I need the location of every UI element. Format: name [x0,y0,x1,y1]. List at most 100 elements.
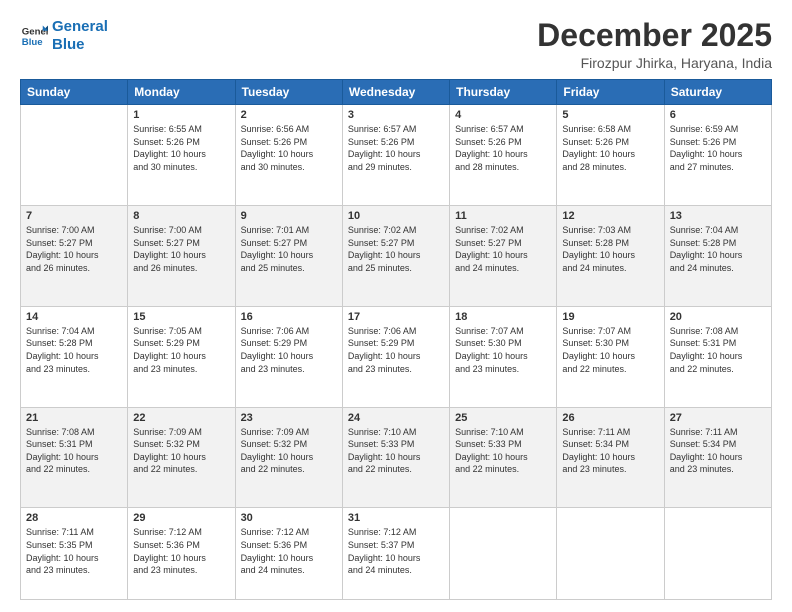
table-row: 6 Sunrise: 6:59 AM Sunset: 5:26 PM Daylig… [664,105,771,206]
table-row: 11Sunrise: 7:02 AM Sunset: 5:27 PM Dayli… [450,205,557,306]
day-info: Sunrise: 7:00 AM Sunset: 5:27 PM Dayligh… [133,224,229,274]
day-number: 19 [562,311,658,323]
calendar-week-row: 28 Sunrise: 7:11 AM Sunset: 5:35 PM Dayli… [21,508,772,600]
day-info: Sunrise: 7:02 AM Sunset: 5:27 PM Dayligh… [348,224,444,274]
day-number: 23 [241,412,337,424]
day-number: 31 [348,512,444,524]
table-row: 27 Sunrise: 7:11 AM Sunset: 5:34 PM Dayli… [664,407,771,508]
day-number: 28 [26,512,122,524]
day-number: 8 [133,210,229,222]
header: General Blue General Blue December 2025 … [20,18,772,71]
table-row: 19 Sunrise: 7:07 AM Sunset: 5:30 PM Dayli… [557,306,664,407]
day-number: 29 [133,512,229,524]
page: General Blue General Blue December 2025 … [0,0,792,612]
day-number: 18 [455,311,551,323]
table-row: 17 Sunrise: 7:06 AM Sunset: 5:29 PM Dayli… [342,306,449,407]
table-row: 3Sunrise: 6:57 AM Sunset: 5:26 PM Daylig… [342,105,449,206]
day-number: 10 [348,210,444,222]
col-wednesday: Wednesday [342,80,449,105]
day-info: Sunrise: 7:07 AM Sunset: 5:30 PM Dayligh… [455,325,551,375]
table-row: 9Sunrise: 7:01 AM Sunset: 5:27 PM Daylig… [235,205,342,306]
table-row: 12 Sunrise: 7:03 AM Sunset: 5:28 PM Dayli… [557,205,664,306]
day-info: Sunrise: 7:12 AM Sunset: 5:36 PM Dayligh… [241,526,337,576]
table-row: 31 Sunrise: 7:12 AM Sunset: 5:37 PM Dayli… [342,508,449,600]
day-number: 26 [562,412,658,424]
day-info: Sunrise: 7:06 AM Sunset: 5:29 PM Dayligh… [241,325,337,375]
table-row: 7 Sunrise: 7:00 AM Sunset: 5:27 PM Daylig… [21,205,128,306]
day-info: Sunrise: 7:03 AM Sunset: 5:28 PM Dayligh… [562,224,658,274]
svg-text:Blue: Blue [22,37,43,48]
day-number: 14 [26,311,122,323]
table-row: 4Sunrise: 6:57 AM Sunset: 5:26 PM Daylig… [450,105,557,206]
day-number: 27 [670,412,766,424]
day-info: Sunrise: 7:04 AM Sunset: 5:28 PM Dayligh… [26,325,122,375]
logo-text: General Blue [52,18,108,54]
table-row: 21 Sunrise: 7:08 AM Sunset: 5:31 PM Dayli… [21,407,128,508]
table-row: 13Sunrise: 7:04 AM Sunset: 5:28 PM Dayli… [664,205,771,306]
calendar-week-row: 14 Sunrise: 7:04 AM Sunset: 5:28 PM Dayli… [21,306,772,407]
table-row: 18 Sunrise: 7:07 AM Sunset: 5:30 PM Dayli… [450,306,557,407]
col-friday: Friday [557,80,664,105]
day-info: Sunrise: 6:55 AM Sunset: 5:26 PM Dayligh… [133,123,229,173]
day-info: Sunrise: 6:58 AM Sunset: 5:26 PM Dayligh… [562,123,658,173]
table-row: 29 Sunrise: 7:12 AM Sunset: 5:36 PM Dayli… [128,508,235,600]
day-number: 22 [133,412,229,424]
day-number: 15 [133,311,229,323]
day-info: Sunrise: 7:12 AM Sunset: 5:36 PM Dayligh… [133,526,229,576]
day-info: Sunrise: 7:01 AM Sunset: 5:27 PM Dayligh… [241,224,337,274]
day-number: 5 [562,109,658,121]
table-row: 25Sunrise: 7:10 AM Sunset: 5:33 PM Dayli… [450,407,557,508]
table-row: 8 Sunrise: 7:00 AM Sunset: 5:27 PM Daylig… [128,205,235,306]
day-number: 1 [133,109,229,121]
table-row: 10 Sunrise: 7:02 AM Sunset: 5:27 PM Dayli… [342,205,449,306]
day-info: Sunrise: 7:11 AM Sunset: 5:34 PM Dayligh… [670,426,766,476]
table-row: 2 Sunrise: 6:56 AM Sunset: 5:26 PM Daylig… [235,105,342,206]
day-number: 21 [26,412,122,424]
day-info: Sunrise: 7:06 AM Sunset: 5:29 PM Dayligh… [348,325,444,375]
day-info: Sunrise: 6:59 AM Sunset: 5:26 PM Dayligh… [670,123,766,173]
table-row: 5 Sunrise: 6:58 AM Sunset: 5:26 PM Daylig… [557,105,664,206]
table-row: 15 Sunrise: 7:05 AM Sunset: 5:29 PM Dayli… [128,306,235,407]
table-row [450,508,557,600]
day-number: 2 [241,109,337,121]
day-number: 17 [348,311,444,323]
table-row: 14 Sunrise: 7:04 AM Sunset: 5:28 PM Dayli… [21,306,128,407]
calendar-week-row: 1 Sunrise: 6:55 AM Sunset: 5:26 PM Daylig… [21,105,772,206]
logo: General Blue General Blue [20,18,108,54]
logo-icon: General Blue [20,22,48,50]
day-number: 30 [241,512,337,524]
main-title: December 2025 [537,18,772,53]
calendar-table: Sunday Monday Tuesday Wednesday Thursday… [20,79,772,600]
day-info: Sunrise: 7:00 AM Sunset: 5:27 PM Dayligh… [26,224,122,274]
day-info: Sunrise: 7:11 AM Sunset: 5:34 PM Dayligh… [562,426,658,476]
day-info: Sunrise: 7:11 AM Sunset: 5:35 PM Dayligh… [26,526,122,576]
day-info: Sunrise: 7:02 AM Sunset: 5:27 PM Dayligh… [455,224,551,274]
day-info: Sunrise: 7:09 AM Sunset: 5:32 PM Dayligh… [133,426,229,476]
table-row [557,508,664,600]
table-row: 23Sunrise: 7:09 AM Sunset: 5:32 PM Dayli… [235,407,342,508]
col-thursday: Thursday [450,80,557,105]
day-number: 12 [562,210,658,222]
day-info: Sunrise: 7:12 AM Sunset: 5:37 PM Dayligh… [348,526,444,576]
day-number: 24 [348,412,444,424]
subtitle: Firozpur Jhirka, Haryana, India [537,55,772,71]
col-monday: Monday [128,80,235,105]
table-row: 20Sunrise: 7:08 AM Sunset: 5:31 PM Dayli… [664,306,771,407]
day-info: Sunrise: 7:10 AM Sunset: 5:33 PM Dayligh… [348,426,444,476]
day-number: 6 [670,109,766,121]
day-info: Sunrise: 7:07 AM Sunset: 5:30 PM Dayligh… [562,325,658,375]
table-row [21,105,128,206]
day-info: Sunrise: 7:08 AM Sunset: 5:31 PM Dayligh… [26,426,122,476]
day-info: Sunrise: 6:56 AM Sunset: 5:26 PM Dayligh… [241,123,337,173]
day-number: 7 [26,210,122,222]
day-info: Sunrise: 7:08 AM Sunset: 5:31 PM Dayligh… [670,325,766,375]
table-row: 1 Sunrise: 6:55 AM Sunset: 5:26 PM Daylig… [128,105,235,206]
table-row: 24 Sunrise: 7:10 AM Sunset: 5:33 PM Dayli… [342,407,449,508]
table-row: 28 Sunrise: 7:11 AM Sunset: 5:35 PM Dayli… [21,508,128,600]
day-info: Sunrise: 7:05 AM Sunset: 5:29 PM Dayligh… [133,325,229,375]
day-number: 16 [241,311,337,323]
day-info: Sunrise: 7:04 AM Sunset: 5:28 PM Dayligh… [670,224,766,274]
table-row [664,508,771,600]
day-info: Sunrise: 7:10 AM Sunset: 5:33 PM Dayligh… [455,426,551,476]
day-info: Sunrise: 6:57 AM Sunset: 5:26 PM Dayligh… [455,123,551,173]
